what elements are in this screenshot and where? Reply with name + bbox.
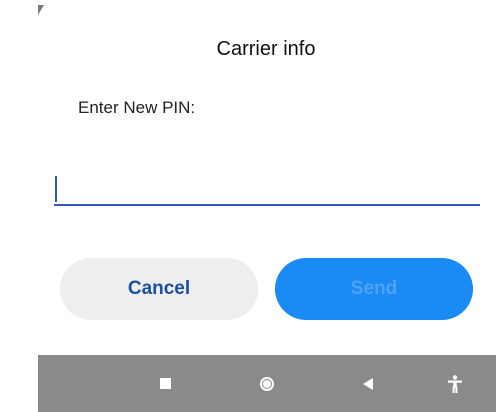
- dialog-title: Carrier info: [216, 38, 316, 60]
- recents-icon: [159, 378, 171, 389]
- home-icon: [260, 376, 274, 391]
- back-icon: [363, 377, 373, 390]
- carrier-info-screen: Carrier info Enter New PIN: Cancel Send: [0, 0, 496, 412]
- navigation-bar: [38, 355, 496, 412]
- cancel-button[interactable]: Cancel: [60, 258, 258, 320]
- recents-button[interactable]: [140, 355, 190, 412]
- pin-prompt-label: Enter New PIN:: [78, 98, 196, 117]
- accessibility-icon: [448, 374, 462, 393]
- accessibility-button[interactable]: [430, 355, 480, 412]
- new-pin-input[interactable]: [54, 170, 480, 206]
- text-cursor: [55, 176, 57, 202]
- send-button[interactable]: Send: [275, 258, 473, 320]
- status-corner-icon: [38, 5, 44, 15]
- back-button[interactable]: [343, 355, 393, 412]
- home-button[interactable]: [242, 355, 292, 412]
